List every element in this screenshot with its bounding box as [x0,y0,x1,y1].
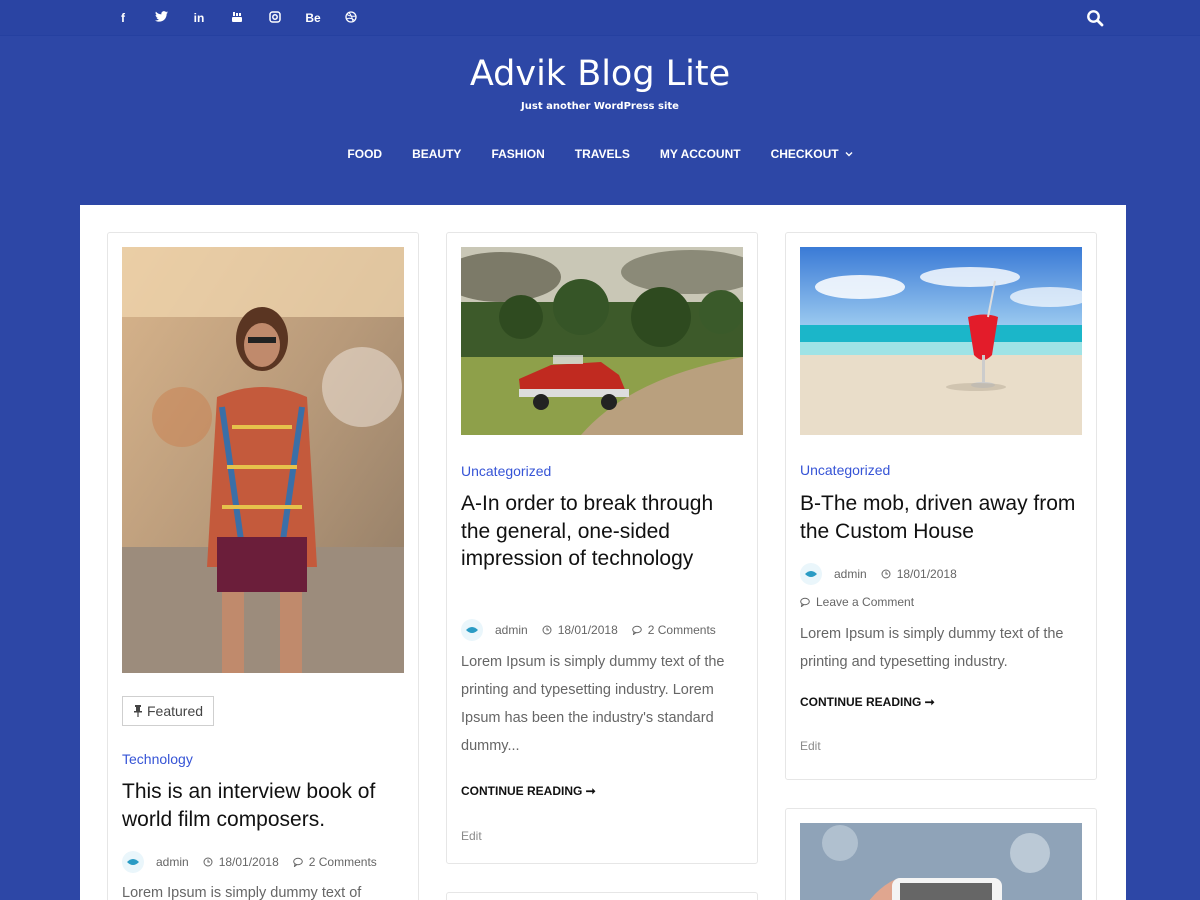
author-avatar[interactable] [122,851,144,873]
post-card: Featured Technology This is an interview… [107,232,419,900]
nav-item-checkout-label: CHECKOUT [770,147,839,161]
post-excerpt: Lorem Ipsum is simply dummy text of the … [800,626,1064,670]
dribbble-icon[interactable] [332,10,370,26]
comment-icon [631,625,642,635]
post-author[interactable]: admin [495,623,528,637]
nav-item-travels[interactable]: TRAVELS [560,147,645,161]
post-comments[interactable]: 2 Comments [292,855,377,869]
post-thumbnail-car[interactable] [461,247,743,435]
post-title[interactable]: This is an interview book of world film … [122,778,402,833]
comment-icon [800,597,810,607]
continue-reading-link[interactable]: CONTINUE READING ➞ [800,695,935,709]
linkedin-icon[interactable]: in [180,11,218,25]
featured-badge: Featured [122,696,215,726]
post-card [785,808,1097,900]
nav-item-checkout[interactable]: CHECKOUT [756,147,868,161]
pin-icon [134,705,142,717]
post-comments-text: 2 Comments [647,623,716,637]
post-meta: admin 18/01/2018 Leave a Comment [800,563,1085,609]
nav-item-my-account[interactable]: MY ACCOUNT [645,147,756,161]
clock-icon [203,857,213,867]
clock-icon [881,569,891,579]
nav-item-fashion[interactable]: FASHION [476,147,559,161]
post-comments-text: 2 Comments [308,855,377,869]
main-navigation: FOOD BEAUTY FASHION TRAVELS MY ACCOUNT C… [0,147,1200,161]
post-title[interactable]: B-The mob, driven away from the Custom H… [800,490,1085,545]
behance-icon[interactable]: Be [294,11,332,25]
post-date-text: 18/01/2018 [557,623,618,637]
post-category[interactable]: Technology [122,751,193,767]
youtube-icon[interactable] [218,11,256,26]
top-bar: f in Be [0,0,1200,36]
nav-item-beauty[interactable]: BEAUTY [397,147,476,161]
post-date-text: 18/01/2018 [218,855,279,869]
post-thumbnail-woman[interactable] [122,247,404,673]
post-card: Uncategorized A-In order to break throug… [446,232,758,864]
continue-reading-link[interactable]: CONTINUE READING ➞ [461,784,596,798]
post-card [446,892,758,900]
comment-icon [292,857,303,867]
post-comments[interactable]: 2 Comments [631,623,716,637]
post-category[interactable]: Uncategorized [461,463,551,479]
post-category[interactable]: Uncategorized [800,462,890,478]
post-date[interactable]: 18/01/2018 [542,623,618,637]
post-meta: admin 18/01/2018 2 Comments [122,851,391,873]
edit-link[interactable]: Edit [461,829,482,843]
twitter-icon[interactable] [142,11,180,25]
site-tagline: Just another WordPress site [521,101,679,112]
content-area: Featured Technology This is an interview… [80,205,1126,900]
post-excerpt: Lorem Ipsum is simply dummy text of the … [461,654,725,754]
nav-item-food[interactable]: FOOD [332,147,397,161]
site-title[interactable]: Advik Blog Lite [0,54,1200,94]
post-comments[interactable]: Leave a Comment [800,595,914,609]
post-meta: admin 18/01/2018 2 Comments [461,619,730,641]
post-author[interactable]: admin [156,855,189,869]
author-avatar[interactable] [800,563,822,585]
post-card: Uncategorized B-The mob, driven away fro… [785,232,1097,780]
post-author[interactable]: admin [834,567,867,581]
post-date[interactable]: 18/01/2018 [203,855,279,869]
instagram-icon[interactable] [256,10,294,26]
edit-link[interactable]: Edit [800,739,821,753]
post-excerpt: Lorem Ipsum is simply dummy text of [122,885,362,900]
post-date[interactable]: 18/01/2018 [881,567,957,581]
post-thumbnail-beach[interactable] [800,247,1082,435]
author-avatar[interactable] [461,619,483,641]
post-comments-text: Leave a Comment [816,595,915,609]
post-date-text: 18/01/2018 [896,567,957,581]
clock-icon [542,625,552,635]
post-thumbnail-phone[interactable] [800,823,1082,900]
featured-label: Featured [147,703,204,719]
chevron-down-icon [845,152,853,157]
facebook-icon[interactable]: f [104,11,142,25]
search-icon[interactable] [1086,9,1104,27]
social-links: f in Be [104,0,370,36]
post-title[interactable]: A-In order to break through the general,… [461,490,746,573]
